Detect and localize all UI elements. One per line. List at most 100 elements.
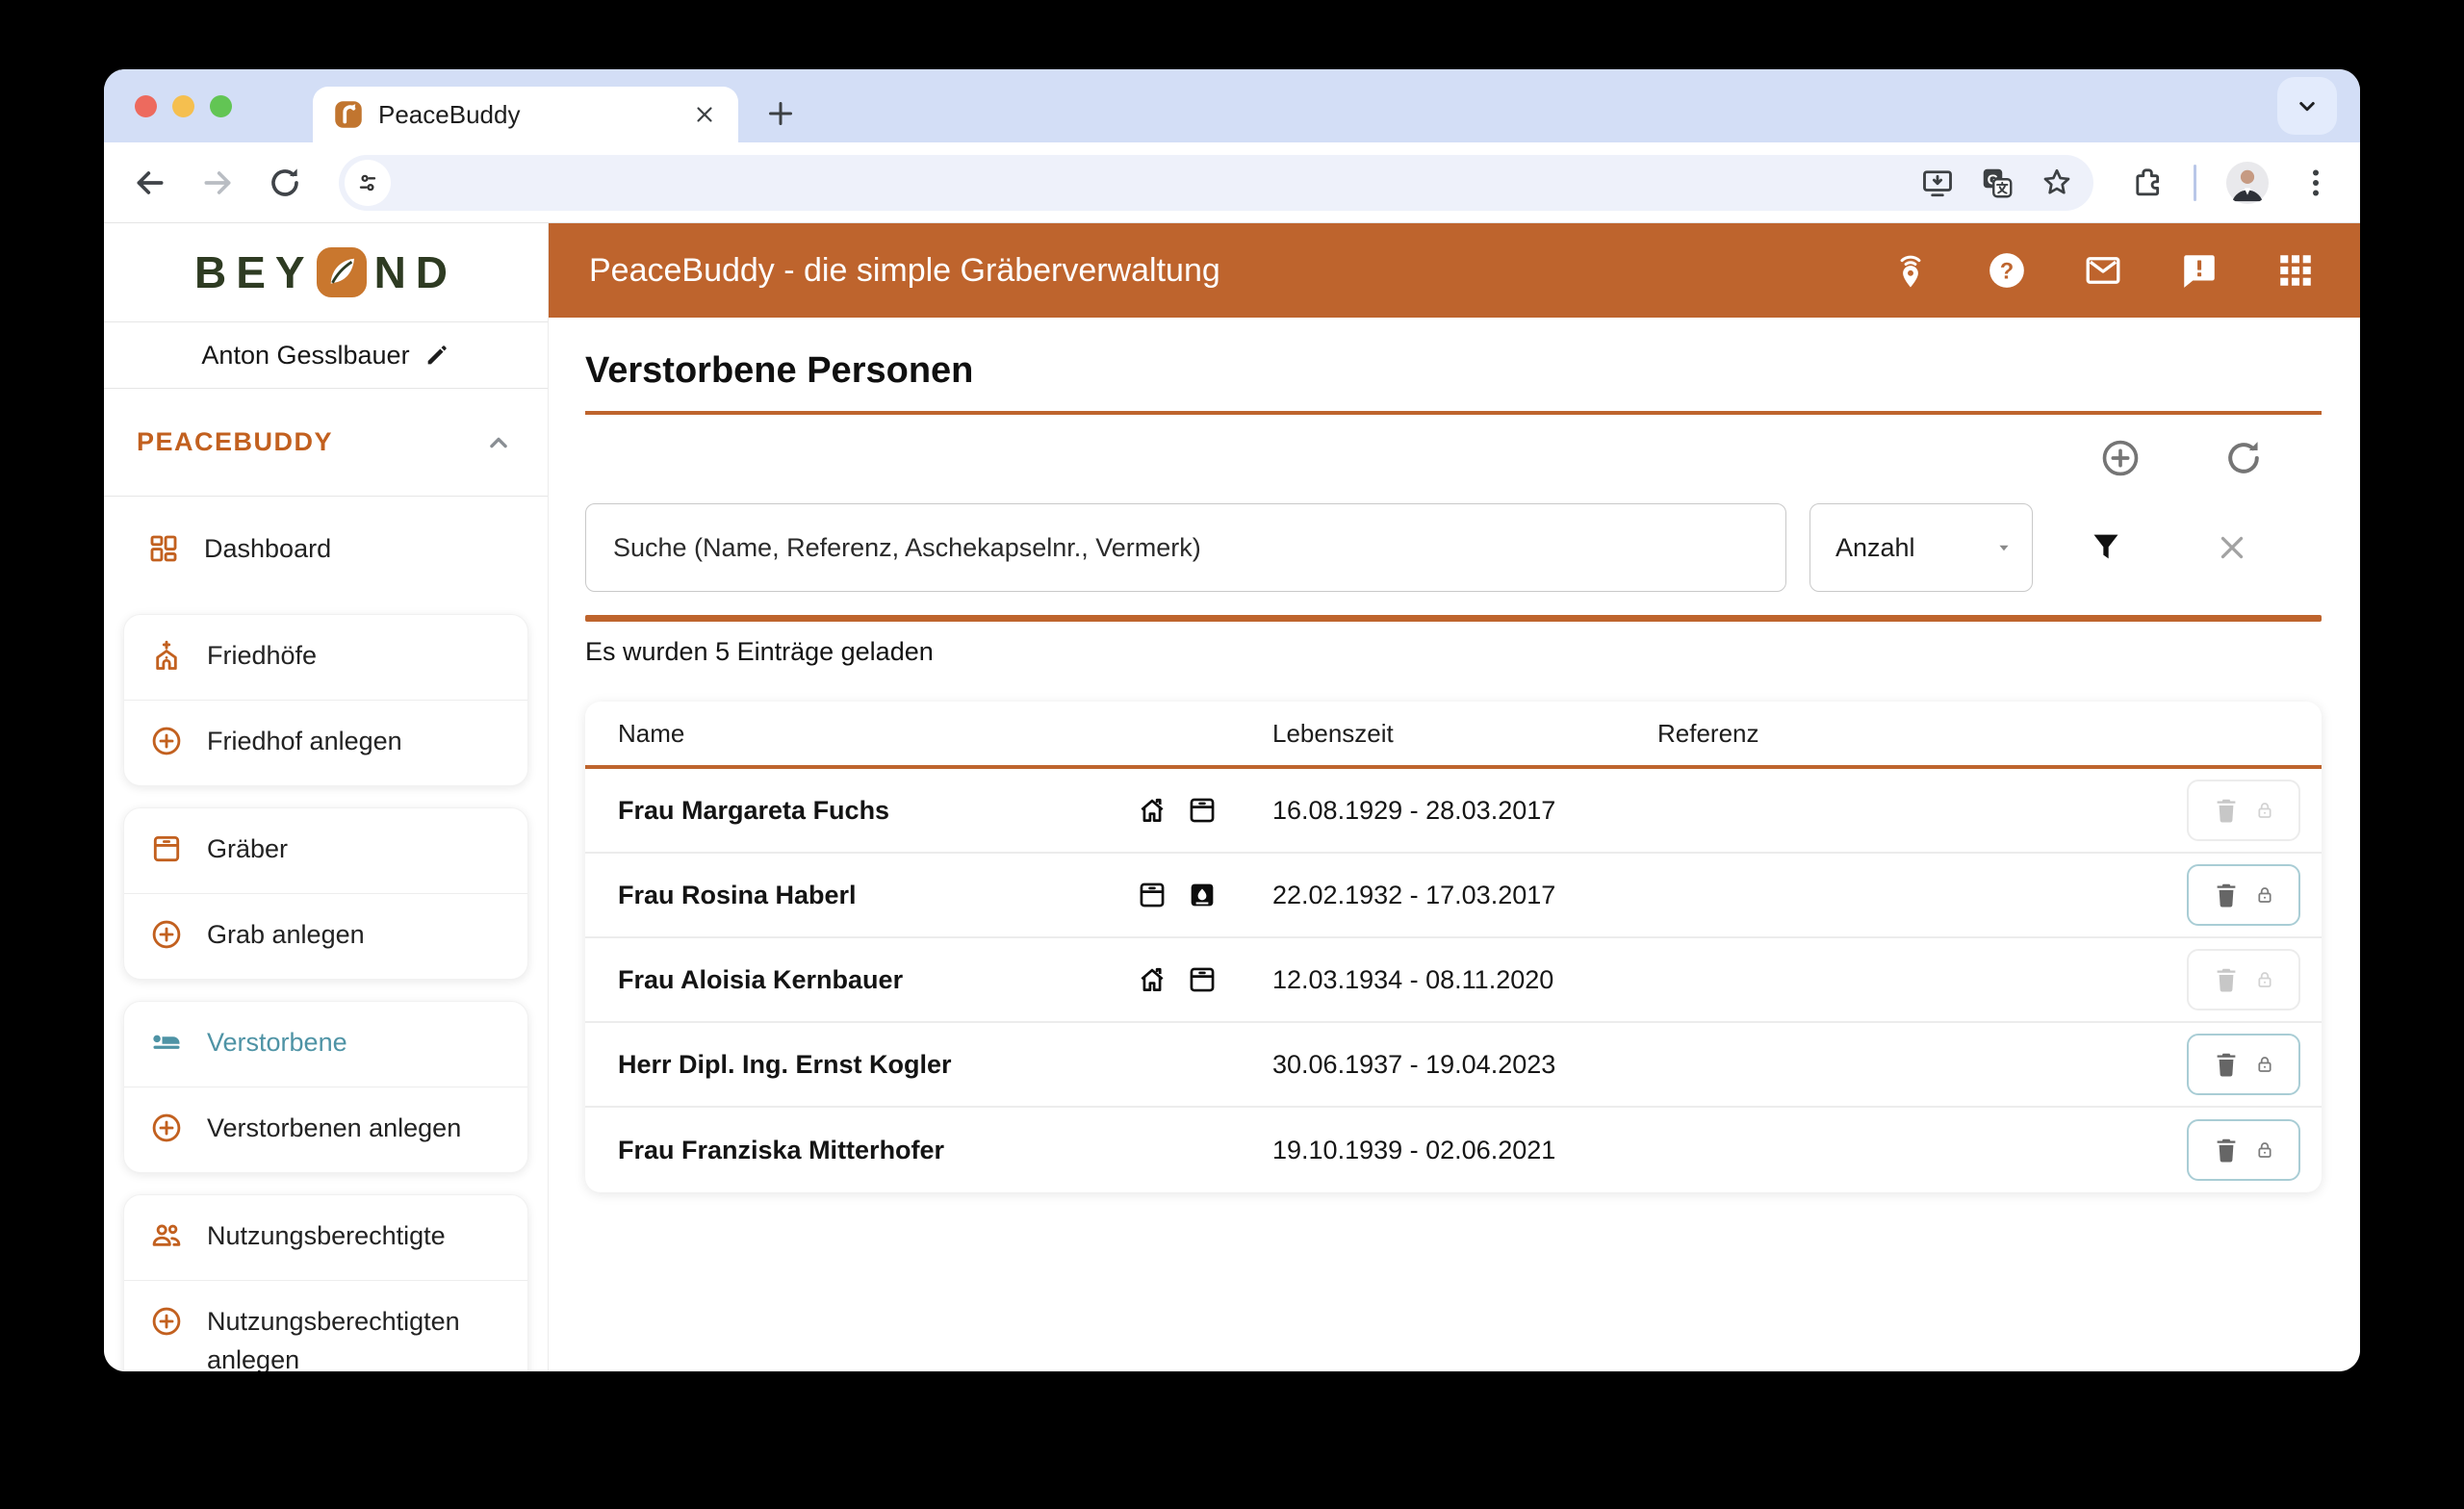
location-wifi-icon[interactable] bbox=[1890, 250, 1931, 291]
home-icon bbox=[1136, 794, 1168, 827]
add-entry-button[interactable] bbox=[2098, 436, 2143, 480]
dashboard-icon bbox=[146, 531, 181, 566]
tab-title: PeaceBuddy bbox=[378, 100, 677, 130]
home-icon bbox=[1136, 963, 1168, 996]
lock-icon bbox=[2254, 1054, 2275, 1075]
sidebar-item-nutzungsberechtigte[interactable]: Nutzungsberechtigte bbox=[124, 1195, 527, 1280]
sidebar-item-grab-anlegen[interactable]: Grab anlegen bbox=[124, 894, 527, 979]
filter-button[interactable] bbox=[2087, 528, 2125, 567]
clear-search-button[interactable] bbox=[2214, 529, 2250, 566]
sidebar-item-verstorbenen-anlegen[interactable]: Verstorbenen anlegen bbox=[124, 1087, 527, 1172]
browser-menu-button[interactable] bbox=[2298, 166, 2333, 200]
count-select[interactable]: Anzahl bbox=[1810, 503, 2033, 592]
tab-strip: PeaceBuddy bbox=[104, 69, 2360, 142]
section-divider bbox=[585, 615, 2322, 622]
lebenszeit-value: 22.02.1932 - 17.03.2017 bbox=[1272, 881, 1657, 910]
column-header-name: Name bbox=[618, 719, 1272, 749]
lock-icon bbox=[2254, 800, 2275, 821]
logo-text-right: ND bbox=[374, 246, 457, 298]
sidebar-item-label: Nutzungsberechtigten anlegen bbox=[207, 1302, 508, 1371]
search-input[interactable] bbox=[585, 503, 1786, 592]
person-name: Frau Franziska Mitterhofer bbox=[618, 1136, 944, 1165]
address-bar[interactable]: G bbox=[339, 155, 2093, 211]
tune-icon bbox=[354, 169, 381, 196]
sidebar-item-nutzungsberechtigten-anlegen[interactable]: Nutzungsberechtigten anlegen bbox=[124, 1281, 527, 1371]
leaf-icon bbox=[317, 247, 367, 297]
app-header-title: PeaceBuddy - die simple Gräberverwaltung bbox=[589, 252, 1220, 290]
sidebar-nav: Dashboard FriedhöfeFriedhof anlegen Gräber… bbox=[104, 497, 548, 1371]
row-status-icons bbox=[1136, 794, 1219, 827]
back-button[interactable] bbox=[131, 164, 169, 202]
lebenszeit-value: 19.10.1939 - 02.06.2021 bbox=[1272, 1136, 1657, 1165]
install-app-button[interactable] bbox=[1920, 166, 1955, 200]
reload-button[interactable] bbox=[266, 164, 304, 202]
peacebuddy-favicon bbox=[334, 100, 363, 129]
apps-grid-icon[interactable] bbox=[2275, 250, 2316, 291]
plus-circle-icon bbox=[149, 724, 184, 758]
delete-button[interactable] bbox=[2187, 1034, 2300, 1095]
traffic-lights bbox=[104, 69, 257, 142]
sidebar-item-dashboard[interactable]: Dashboard bbox=[104, 508, 548, 593]
close-window-button[interactable] bbox=[135, 95, 157, 117]
browser-tab[interactable]: PeaceBuddy bbox=[313, 87, 738, 142]
translate-button[interactable]: G bbox=[1980, 166, 2015, 200]
person-name: Frau Rosina Haberl bbox=[618, 881, 857, 910]
sidebar-item-friedhof-anlegen[interactable]: Friedhof anlegen bbox=[124, 701, 527, 785]
svg-text:?: ? bbox=[2000, 259, 2014, 284]
person-name: Frau Margareta Fuchs bbox=[618, 796, 889, 826]
user-row: Anton Gesslbauer bbox=[104, 322, 548, 389]
trash-icon bbox=[2212, 1136, 2241, 1164]
refresh-button[interactable] bbox=[2221, 436, 2266, 480]
column-header-referenz: Referenz bbox=[1657, 719, 2141, 749]
row-status-icons bbox=[1136, 963, 1219, 996]
table-row[interactable]: Frau Franziska Mitterhofer 19.10.1939 - 0… bbox=[585, 1108, 2322, 1192]
table-row[interactable]: Frau Rosina Haberl 22.02.1932 - 17.03.201… bbox=[585, 854, 2322, 938]
sidebar-card: Gräber Grab anlegen bbox=[123, 807, 528, 980]
new-tab-button[interactable] bbox=[763, 96, 798, 131]
mail-icon[interactable] bbox=[2083, 250, 2123, 291]
delete-button[interactable] bbox=[2187, 949, 2300, 1010]
page-title: Verstorbene Personen bbox=[585, 350, 2322, 392]
deceased-table: Name Lebenszeit Referenz Frau Margareta … bbox=[585, 702, 2322, 1192]
table-row[interactable]: Herr Dipl. Ing. Ernst Kogler30.06.1937 -… bbox=[585, 1023, 2322, 1108]
sidebar-item-label: Nutzungsberechtigte bbox=[207, 1216, 446, 1255]
table-row[interactable]: Frau Aloisia Kernbauer12.03.1934 - 08.11… bbox=[585, 938, 2322, 1023]
maximize-window-button[interactable] bbox=[210, 95, 232, 117]
forward-button[interactable] bbox=[198, 164, 237, 202]
count-select-value: Anzahl bbox=[1835, 533, 1993, 563]
sidebar-item-gräber[interactable]: Gräber bbox=[124, 808, 527, 893]
trash-icon bbox=[2212, 965, 2241, 994]
delete-button[interactable] bbox=[2187, 864, 2300, 926]
minimize-window-button[interactable] bbox=[172, 95, 194, 117]
profile-avatar[interactable] bbox=[2225, 161, 2270, 205]
lebenszeit-value: 16.08.1929 - 28.03.2017 bbox=[1272, 796, 1657, 826]
tab-close-icon[interactable] bbox=[692, 102, 717, 127]
sidebar-item-label: Grab anlegen bbox=[207, 915, 365, 954]
delete-button[interactable] bbox=[2187, 780, 2300, 841]
extensions-button[interactable] bbox=[2130, 166, 2165, 200]
people-icon bbox=[149, 1218, 184, 1253]
sidebar-card: VerstorbeneVerstorbenen anlegen bbox=[123, 1001, 528, 1173]
search-row: Anzahl bbox=[585, 503, 2322, 592]
lebenszeit-value: 30.06.1937 - 19.04.2023 bbox=[1272, 1050, 1657, 1080]
help-icon[interactable]: ? bbox=[1987, 250, 2027, 291]
deceased-icon bbox=[149, 1025, 184, 1060]
app-header-icons: ? bbox=[1890, 250, 2316, 291]
sidebar-item-friedhöfe[interactable]: Friedhöfe bbox=[124, 615, 527, 700]
table-row[interactable]: Frau Margareta Fuchs 16.08.1929 - 28.03.2… bbox=[585, 769, 2322, 854]
sidebar-card: Nutzungsberechtigte Nutzungsberechtigten … bbox=[123, 1194, 528, 1371]
site-settings-button[interactable] bbox=[345, 160, 391, 206]
feedback-icon[interactable] bbox=[2179, 250, 2220, 291]
plus-circle-icon bbox=[149, 1304, 184, 1339]
edit-user-button[interactable] bbox=[424, 342, 450, 369]
sidebar-card: FriedhöfeFriedhof anlegen bbox=[123, 614, 528, 786]
section-row: PEACEBUDDY bbox=[104, 389, 548, 497]
collapse-section-button[interactable] bbox=[482, 426, 515, 459]
delete-button[interactable] bbox=[2187, 1119, 2300, 1181]
sidebar-item-verstorbene[interactable]: Verstorbene bbox=[124, 1002, 527, 1087]
bookmark-button[interactable] bbox=[2040, 166, 2074, 200]
beyond-logo: BEY ND bbox=[104, 223, 548, 322]
cremation-icon bbox=[1186, 879, 1219, 911]
sidebar-item-label: Dashboard bbox=[204, 529, 331, 568]
tab-search-button[interactable] bbox=[2277, 77, 2337, 135]
